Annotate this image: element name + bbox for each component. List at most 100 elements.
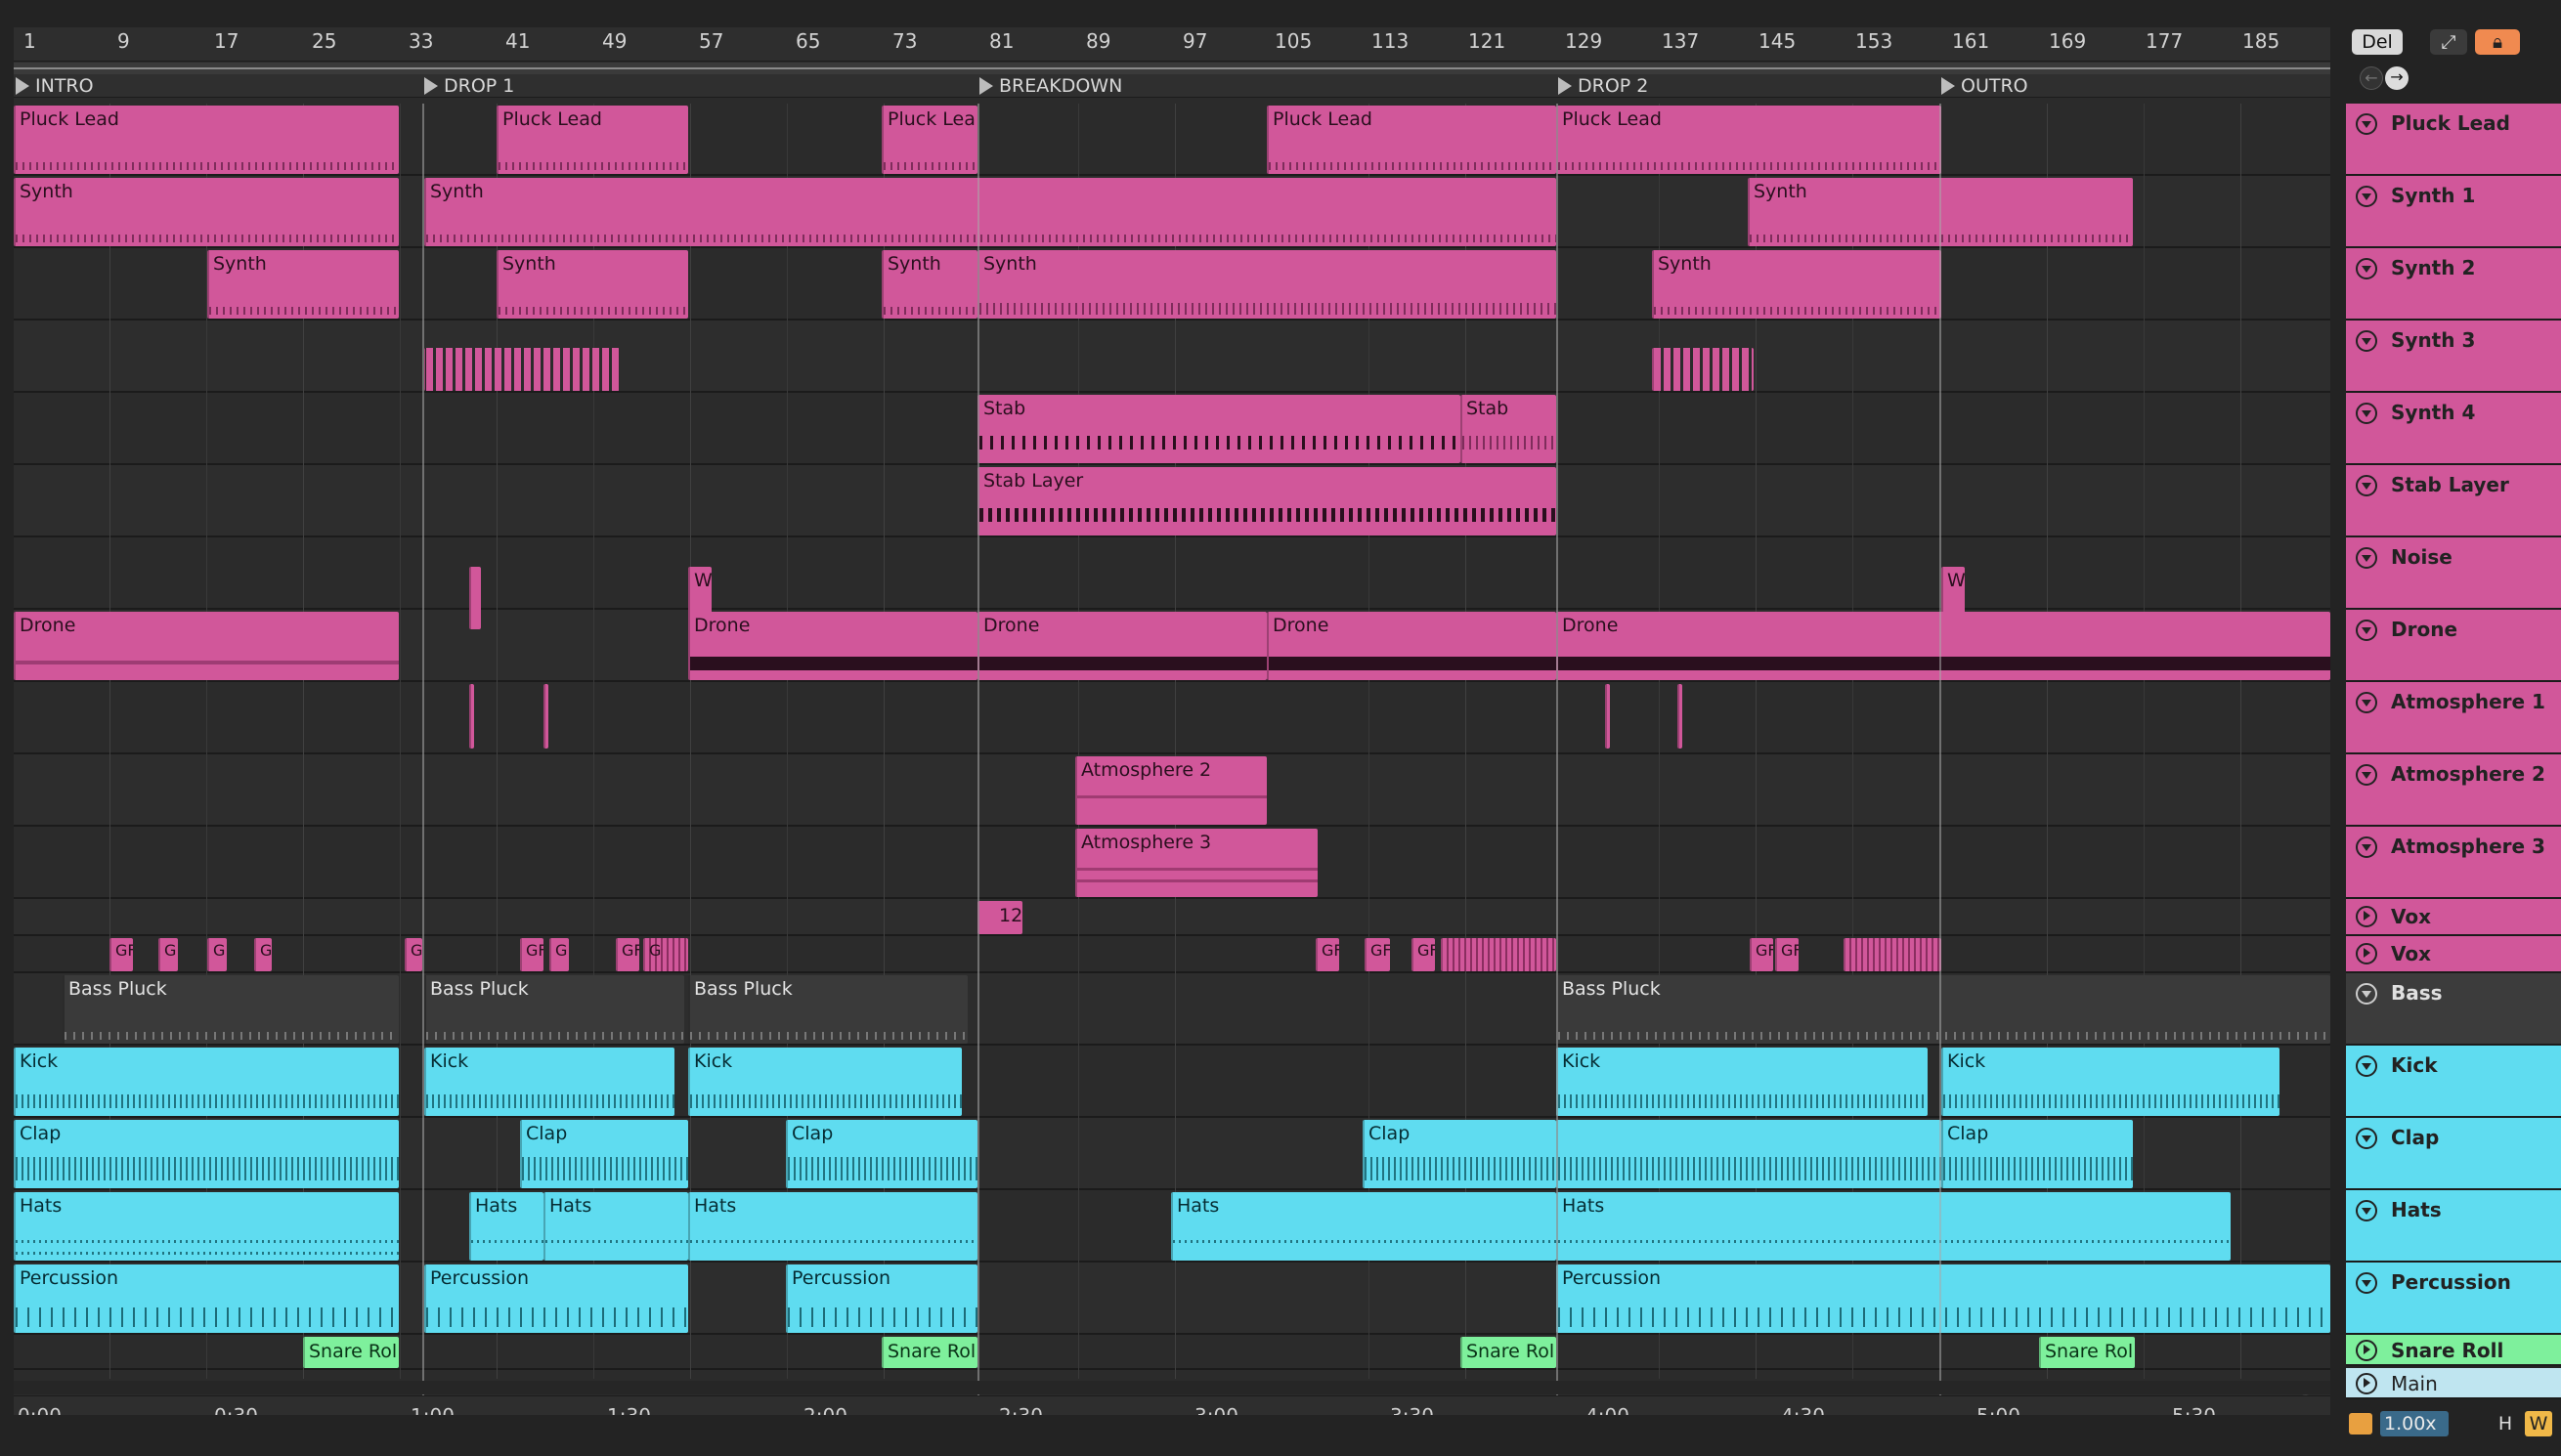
unfold-icon[interactable] [2356,943,2377,964]
clip-vox[interactable]: G [549,938,569,971]
clip-vox[interactable]: G [405,938,422,971]
clip-hats[interactable]: Hats [543,1192,688,1261]
clip-vox[interactable]: G [207,938,227,971]
track-header-bass[interactable]: Bass [2346,973,2561,1046]
clip-atmosphere-1[interactable] [1677,684,1682,749]
locator-outro[interactable]: OUTRO [1939,74,2028,98]
clip-atmosphere-3[interactable]: Atmosphere 3 [1075,829,1318,897]
arrangement-view[interactable]: 1 9 17 25 33 41 49 57 65 73 81 89 97 105… [14,27,2330,1415]
clip-vox[interactable]: G [158,938,178,971]
fold-icon[interactable] [2356,1272,2377,1294]
clip-kick[interactable]: Kick [1556,1048,1928,1116]
clip-stab[interactable]: Stab [977,395,1460,463]
track-header-noise[interactable]: Noise [2346,537,2561,610]
clip-vox[interactable]: GF [1750,938,1773,971]
track-header-pluck-lead[interactable]: Pluck Lead [2346,104,2561,176]
clip-vox[interactable]: GF [1316,938,1339,971]
clip-drone[interactable]: Drone [977,612,1267,680]
clip-synth[interactable]: Synth [977,250,1556,319]
clip-vox[interactable]: 12 [977,901,1022,934]
time-ruler[interactable]: 0:00 0:30 1:00 1:30 2:00 2:30 3:00 3:30 … [14,1395,2330,1415]
clip-synth[interactable]: Synth [497,250,688,319]
fold-icon[interactable] [2356,764,2377,786]
clip-vox[interactable]: GF [616,938,639,971]
zoom-level[interactable]: 1.00x [2380,1411,2449,1436]
clip-synth-stutter[interactable] [1652,348,1754,391]
track-header-main[interactable]: Main [2346,1368,2561,1399]
locator-play-icon[interactable] [979,77,993,95]
clip-synth[interactable]: Synth [207,250,399,319]
track-header-percussion[interactable]: Percussion [2346,1263,2561,1335]
clip-hats[interactable]: Hats [14,1192,399,1261]
clip-pluck-lead[interactable]: Pluck Lead [1556,106,1941,174]
delete-button[interactable]: Del [2352,29,2403,55]
clip-drone[interactable]: Drone [688,612,977,680]
fold-icon[interactable] [2356,186,2377,207]
lane-vox-a[interactable] [14,899,2330,936]
clip-hats[interactable]: Hats [688,1192,977,1261]
clip-noise[interactable] [469,567,481,629]
clip-snare-roll[interactable]: Snare Rol [2039,1337,2135,1368]
track-header-drone[interactable]: Drone [2346,610,2561,682]
locator-drop-1[interactable]: DROP 1 [422,74,514,98]
clip-hats[interactable]: Hats [469,1192,543,1261]
w-button[interactable]: W [2525,1411,2552,1436]
clip-atmosphere-1[interactable] [543,684,548,749]
clip-synth[interactable]: Synth [14,178,399,246]
track-header-synth-4[interactable]: Synth 4 [2346,393,2561,465]
clip-clap[interactable] [1556,1120,1941,1188]
clip-synth-stutter[interactable] [424,348,620,391]
clip-drone[interactable]: Drone [14,612,399,680]
clip-vox[interactable]: G [254,938,272,971]
clip-vox[interactable] [1844,938,1941,971]
clip-percussion[interactable]: Percussion [424,1264,688,1333]
clip-bass-pluck[interactable]: Bass Pluck [424,975,684,1044]
fold-icon[interactable] [2356,113,2377,135]
clip-atmosphere-1[interactable] [469,684,474,749]
clip-clap[interactable]: Clap [14,1120,399,1188]
track-header-clap[interactable]: Clap [2346,1118,2561,1190]
clip-vox[interactable] [1441,938,1556,971]
clip-vox[interactable]: G [643,938,688,971]
lane-synth-3[interactable] [14,321,2330,393]
clip-percussion[interactable]: Percussion [1556,1264,2330,1333]
fold-icon[interactable] [2356,692,2377,713]
lock-icon[interactable]: 🔒︎ [2475,29,2520,55]
track-header-hats[interactable]: Hats [2346,1190,2561,1263]
track-header-synth-2[interactable]: Synth 2 [2346,248,2561,321]
track-header-atmosphere-1[interactable]: Atmosphere 1 [2346,682,2561,754]
clip-clap[interactable]: Clap [1941,1120,2133,1188]
clip-bass-pluck[interactable]: Bass Pluck [1556,975,2330,1044]
clip-pluck-lead[interactable]: Pluck Lead [1267,106,1556,174]
fold-icon[interactable] [2356,403,2377,424]
clip-kick[interactable]: Kick [1941,1048,2279,1116]
clip-clap[interactable]: Clap [786,1120,977,1188]
bar-ruler[interactable]: 1 9 17 25 33 41 49 57 65 73 81 89 97 105… [14,27,2330,62]
fold-icon[interactable] [2356,547,2377,569]
clip-kick[interactable]: Kick [688,1048,962,1116]
locator-play-icon[interactable] [1941,77,1955,95]
clip-percussion[interactable]: Percussion [14,1264,399,1333]
fold-icon[interactable] [2356,475,2377,496]
clip-vox[interactable]: GF [520,938,543,971]
clip-percussion[interactable]: Percussion [786,1264,977,1333]
clip-synth[interactable]: Synth [424,178,1556,246]
clip-snare-roll[interactable]: Snare Rol [882,1337,977,1368]
clip-stab-layer[interactable]: Stab Layer [977,467,1556,535]
track-header-synth-1[interactable]: Synth 1 [2346,176,2561,248]
clip-vox[interactable]: GF [1411,938,1435,971]
track-header-kick[interactable]: Kick [2346,1046,2561,1118]
clip-drone[interactable]: Drone [1267,612,1556,680]
locator-breakdown[interactable]: BREAKDOWN [977,74,1122,98]
fold-icon[interactable] [2356,836,2377,858]
lane-atmosphere-1[interactable] [14,682,2330,754]
locator-play-icon[interactable] [424,77,438,95]
track-header-vox[interactable]: Vox [2346,936,2561,973]
locator-intro[interactable]: INTRO [14,74,94,98]
track-header-synth-3[interactable]: Synth 3 [2346,321,2561,393]
clip-hats[interactable]: Hats [1556,1192,2231,1261]
clip-pluck-lead[interactable]: Pluck Lead [14,106,399,174]
clip-atmosphere-1[interactable] [1605,684,1610,749]
unfold-icon[interactable] [2356,1340,2377,1361]
clip-vox[interactable]: GF [1775,938,1799,971]
